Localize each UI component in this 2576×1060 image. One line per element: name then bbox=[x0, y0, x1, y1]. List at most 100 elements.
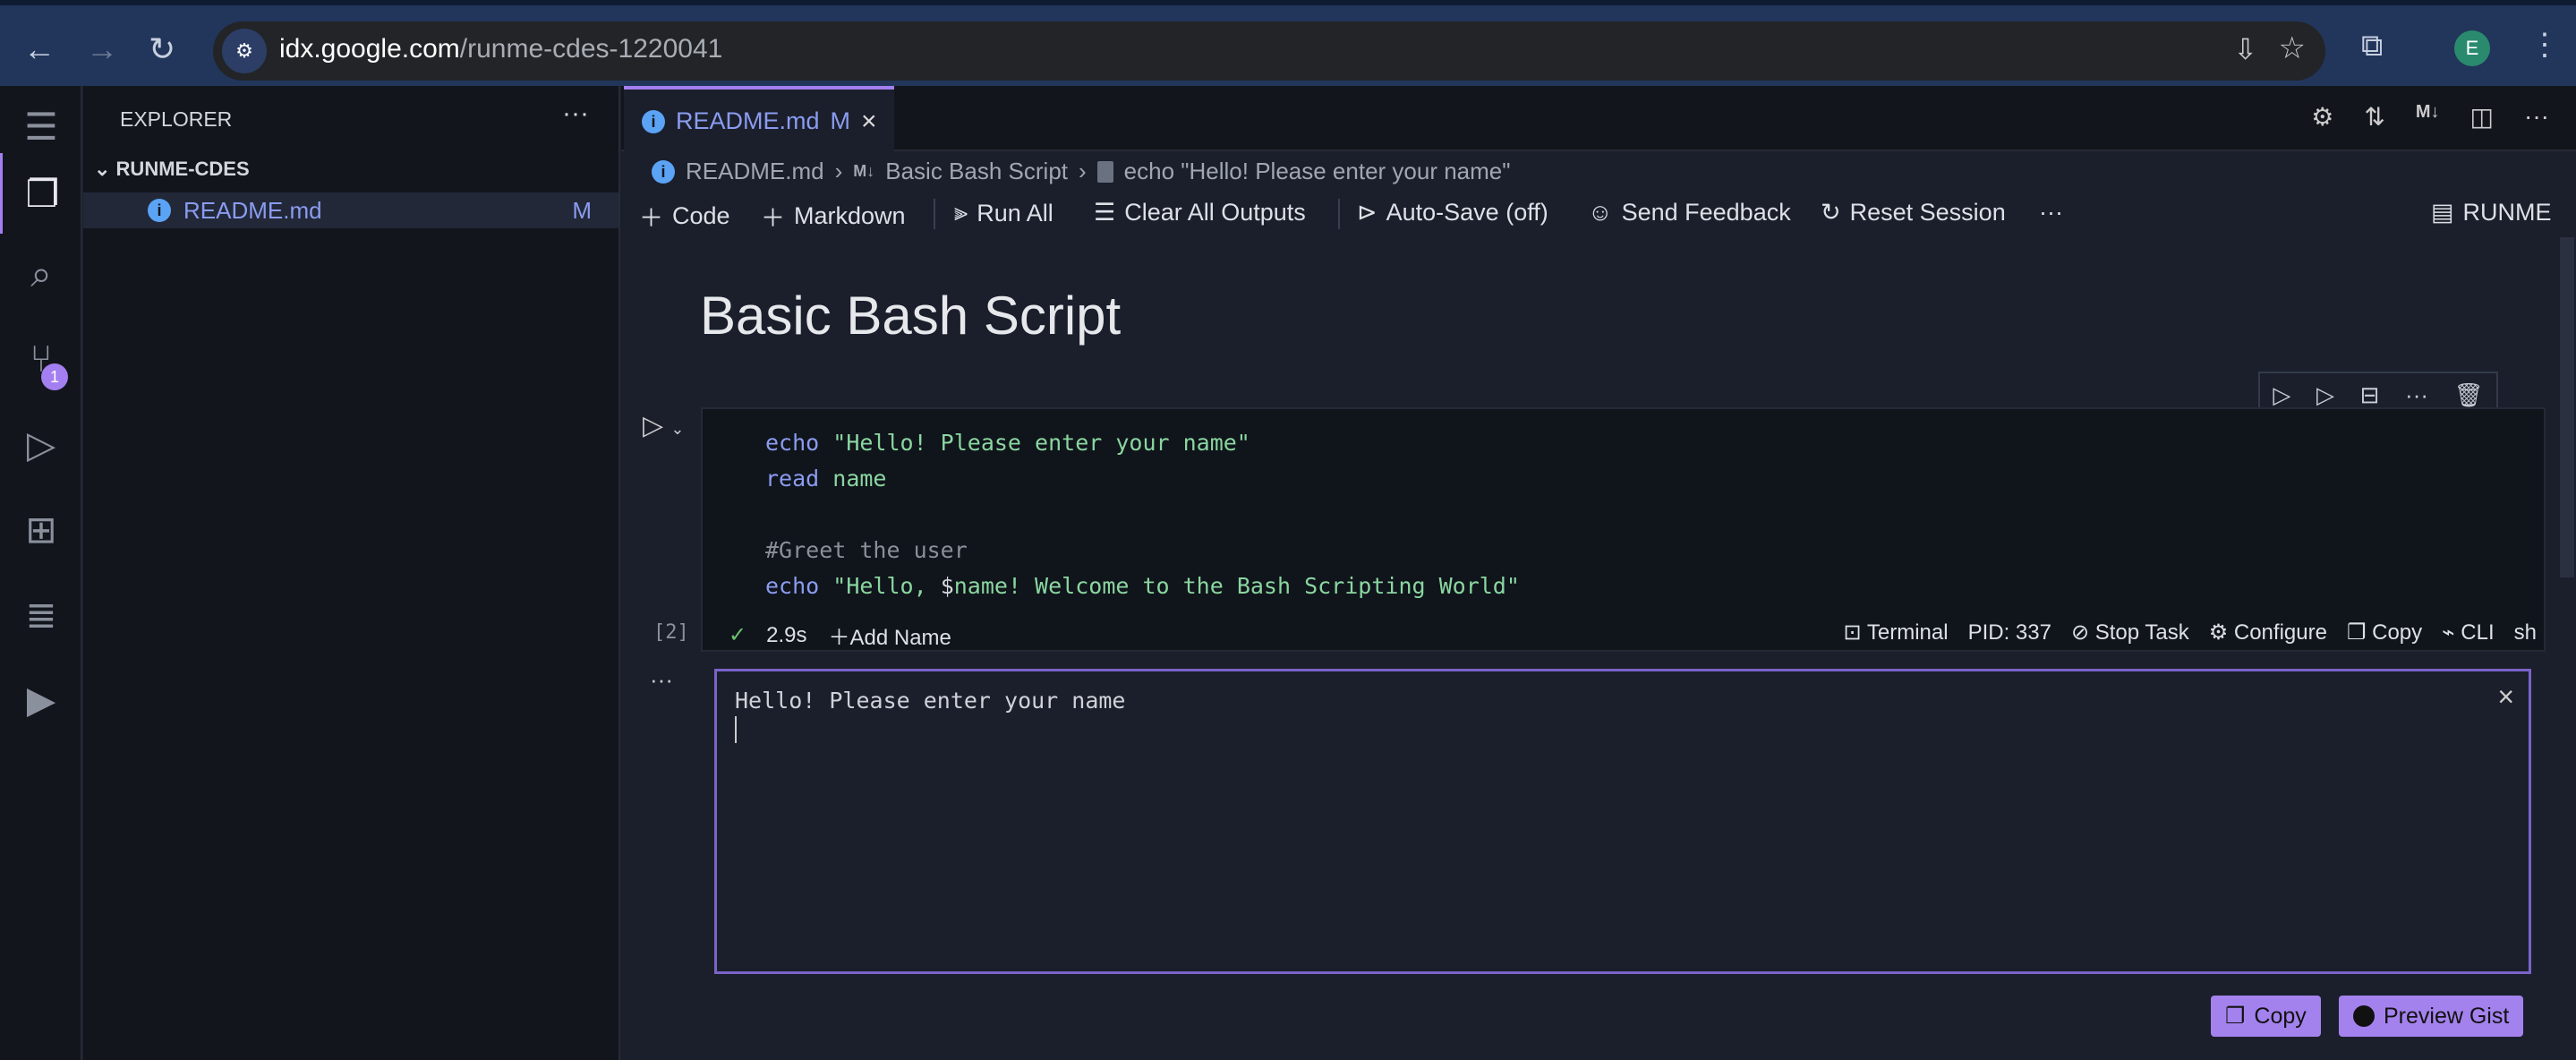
explorer-icon[interactable]: ❐ bbox=[0, 153, 82, 234]
code-token: echo bbox=[765, 430, 820, 456]
label: Markdown bbox=[794, 202, 906, 229]
run-above-icon[interactable]: ▷ bbox=[2273, 381, 2290, 409]
label: CLI bbox=[2461, 620, 2495, 645]
feedback-button[interactable]: ☺ Send Feedback bbox=[1588, 199, 1791, 227]
label: Configure bbox=[2233, 620, 2327, 645]
file-status: M bbox=[572, 196, 592, 224]
breadcrumb-item[interactable]: Basic Bash Script bbox=[885, 158, 1068, 185]
more-icon[interactable]: ··· bbox=[2405, 381, 2428, 409]
plus-icon: ＋ bbox=[639, 205, 663, 232]
stop-task-button[interactable]: ⊘ Stop Task bbox=[2071, 620, 2189, 645]
chevron-down-icon[interactable]: ⌄ bbox=[670, 420, 684, 438]
compare-icon[interactable]: ⇅ bbox=[2364, 102, 2384, 132]
github-icon bbox=[2353, 1005, 2375, 1027]
activity-bar: ☰ ❐ ⌕ ⑂ 1 ▷ ⊞ ≣ ▶ bbox=[0, 86, 82, 1060]
kernel-button[interactable]: ▤ RUNME bbox=[2431, 199, 2552, 227]
code-token: "Hello! Please enter your name" bbox=[819, 430, 1250, 456]
run-all-button[interactable]: ⫸ Run All bbox=[954, 199, 1053, 227]
tab-bar: i README.md M × ⚙ ⇅ M↓ ◫ ··· bbox=[621, 86, 2576, 153]
more-actions-icon[interactable]: ··· bbox=[562, 98, 589, 129]
file-readme[interactable]: i README.md M bbox=[83, 192, 618, 228]
execution-count: [2] bbox=[653, 621, 689, 644]
add-code-button[interactable]: ＋ Code bbox=[639, 199, 730, 234]
folder-runme-cdes[interactable]: ⌄ RUNME-CDES bbox=[94, 158, 250, 181]
feedback-icon: ☺ bbox=[1588, 199, 1613, 226]
back-icon[interactable]: ← bbox=[23, 30, 55, 68]
reset-session-button[interactable]: ↻ Reset Session bbox=[1821, 199, 2006, 227]
terminal-button[interactable]: ⊡ Terminal bbox=[1844, 620, 1949, 645]
extensions-icon[interactable]: ⊞ bbox=[0, 489, 82, 569]
play-circle-icon: ⊳ bbox=[1357, 199, 1378, 226]
scm-badge: 1 bbox=[41, 363, 68, 390]
configure-button[interactable]: ⚙ Configure bbox=[2209, 620, 2327, 645]
info-icon: i bbox=[652, 159, 675, 184]
preview-gist-button[interactable]: Preview Gist bbox=[2339, 996, 2524, 1037]
terminal-output[interactable]: Hello! Please enter your name × bbox=[714, 669, 2531, 974]
file-icon bbox=[1096, 160, 1113, 183]
markdown-icon[interactable]: M↓ bbox=[2416, 102, 2440, 132]
code-editor[interactable]: echo "Hello! Please enter your name" read… bbox=[765, 430, 1520, 609]
tab-readme[interactable]: i README.md M × bbox=[624, 86, 894, 153]
copy-button[interactable]: ❐ Copy bbox=[2347, 620, 2422, 645]
browser-toolbar: ← → ↻ ⚙ idx.google.com/runme-cdes-122004… bbox=[0, 0, 2576, 86]
code-line: echo "Hello, $name! Welcome to the Bash … bbox=[765, 573, 1520, 609]
copy-icon: ❐ bbox=[2225, 1004, 2246, 1029]
language-label[interactable]: sh bbox=[2514, 620, 2537, 645]
run-cell-button[interactable]: ▷ ⌄ bbox=[643, 410, 685, 441]
markdown-icon: M↓ bbox=[853, 162, 875, 180]
label: Code bbox=[672, 202, 730, 229]
browser-menu-icon[interactable]: ⋮ bbox=[2529, 27, 2560, 63]
label: RUNME bbox=[2462, 199, 2552, 226]
scrollbar[interactable] bbox=[2560, 237, 2574, 577]
run-debug-icon[interactable]: ▷ bbox=[0, 404, 82, 484]
info-icon: i bbox=[148, 199, 171, 222]
label: Clear All Outputs bbox=[1124, 199, 1306, 226]
runme-panel-icon[interactable]: ▶ bbox=[0, 659, 82, 739]
close-icon[interactable]: × bbox=[2497, 680, 2514, 714]
label: Add Name bbox=[849, 626, 951, 650]
code-token: #Greet the user bbox=[765, 537, 968, 563]
kernel-icon: ▤ bbox=[2431, 199, 2454, 226]
more-icon[interactable]: ··· bbox=[2524, 102, 2549, 132]
split-editor-icon[interactable]: ◫ bbox=[2470, 102, 2494, 132]
label: Preview Gist bbox=[2384, 1003, 2510, 1029]
plus-icon: ＋ bbox=[761, 205, 785, 232]
source-control-icon[interactable]: ⑂ 1 bbox=[0, 319, 82, 399]
label: Stop Task bbox=[2094, 620, 2189, 645]
settings-icon[interactable]: ⚙ bbox=[2311, 102, 2333, 132]
divider bbox=[934, 199, 935, 229]
label: Reset Session bbox=[1849, 199, 2006, 226]
code-line: echo "Hello! Please enter your name" bbox=[765, 430, 1520, 466]
copy-output-button[interactable]: ❐ Copy bbox=[2211, 996, 2321, 1037]
avatar[interactable]: E bbox=[2454, 30, 2490, 66]
code-token: echo bbox=[765, 573, 820, 599]
split-cell-icon[interactable]: ⊟ bbox=[2360, 381, 2380, 409]
site-info-icon[interactable]: ⚙ bbox=[222, 29, 267, 73]
forward-icon[interactable]: → bbox=[86, 30, 118, 68]
reload-icon[interactable]: ↻ bbox=[149, 30, 175, 68]
autosave-button[interactable]: ⊳ Auto-Save (off) bbox=[1357, 199, 1548, 227]
add-markdown-button[interactable]: ＋ Markdown bbox=[761, 199, 906, 234]
bookmark-star-icon[interactable]: ☆ bbox=[2279, 30, 2306, 66]
label: Copy bbox=[2372, 620, 2423, 645]
add-name-button[interactable]: ＋Add Name bbox=[828, 620, 951, 651]
clear-outputs-button[interactable]: ☰ Clear All Outputs bbox=[1094, 199, 1306, 227]
breadcrumb-item[interactable]: echo "Hello! Please enter your name" bbox=[1124, 158, 1511, 185]
address-bar[interactable]: ⚙ idx.google.com/runme-cdes-1220041 ⇩ ☆ bbox=[213, 21, 2325, 81]
code-line: read name bbox=[765, 466, 1520, 501]
cli-button[interactable]: ⌁ CLI bbox=[2442, 620, 2494, 645]
output-more-icon[interactable]: ··· bbox=[650, 666, 673, 694]
install-app-icon[interactable]: ⇩ bbox=[2233, 32, 2257, 66]
markdown-heading: Basic Bash Script bbox=[700, 286, 1122, 346]
code-token: name! Welcome to the Bash Scripting Worl… bbox=[953, 573, 1520, 599]
outline-icon[interactable]: ≣ bbox=[0, 574, 82, 654]
tab-label: README.md bbox=[676, 107, 820, 134]
close-icon[interactable]: × bbox=[861, 107, 877, 137]
breadcrumb-item[interactable]: README.md bbox=[686, 158, 824, 185]
delete-icon[interactable]: 🗑 bbox=[2454, 381, 2484, 409]
search-icon[interactable]: ⌕ bbox=[0, 234, 82, 314]
more-icon[interactable]: ··· bbox=[2039, 199, 2063, 227]
clear-icon: ☰ bbox=[1094, 199, 1116, 226]
run-below-icon[interactable]: ▷ bbox=[2316, 381, 2334, 409]
extensions-icon[interactable]: ⧉ bbox=[2361, 29, 2383, 64]
